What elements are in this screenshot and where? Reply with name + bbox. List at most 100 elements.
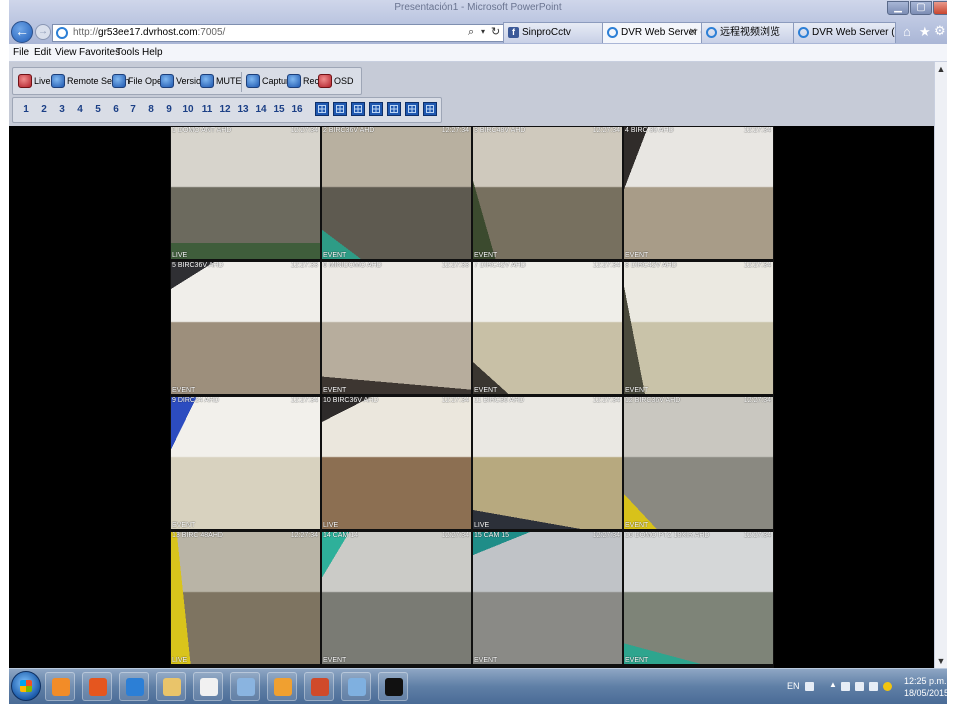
channel-13-button[interactable]: 13 <box>236 102 250 118</box>
live-button[interactable]: Live <box>18 73 51 90</box>
camera-status: LIVE <box>323 522 339 529</box>
search-icon[interactable]: ⌕ <box>468 26 474 39</box>
maximize-button[interactable]: ▢ <box>910 1 932 15</box>
layout-1plus7-icon[interactable] <box>369 102 383 116</box>
flag-icon[interactable] <box>841 682 850 691</box>
address-bar[interactable]: http://gr53ee17.dvrhost.com:7005/ ⌕ ▾ ↻ <box>52 24 504 42</box>
camera-tile[interactable]: 8 DIRC42V AHD 12:27:34 EVENT <box>624 262 773 394</box>
back-button[interactable]: ← <box>11 21 33 43</box>
refresh-icon[interactable]: ↻ <box>491 25 500 38</box>
channel-8-button[interactable]: 8 <box>144 102 158 118</box>
channel-9-button[interactable]: 9 <box>162 102 176 118</box>
layout-1plus5-icon[interactable] <box>351 102 365 116</box>
powerpoint-icon[interactable] <box>304 672 334 701</box>
paint-icon[interactable] <box>341 672 371 701</box>
address-url[interactable]: http://gr53ee17.dvrhost.com:7005/ <box>73 27 225 38</box>
channel-16-button[interactable]: 16 <box>290 102 304 118</box>
layout-1x1-icon[interactable] <box>315 102 329 116</box>
osd-button[interactable]: OSD <box>318 73 354 90</box>
home-icon[interactable]: ⌂ <box>903 24 911 39</box>
camera-feed <box>624 127 773 259</box>
firefox-icon[interactable] <box>82 672 112 701</box>
chevron-down-icon[interactable]: ▾ <box>481 27 485 36</box>
update-icon[interactable] <box>883 682 892 691</box>
camera-tile[interactable]: 10 BIRC36V AHD 12:27:34 LIVE <box>322 397 471 529</box>
camera-tile[interactable]: 3 BIRC48V AHD 12:27:34 EVENT <box>473 127 622 259</box>
document-icon[interactable] <box>193 672 223 701</box>
camera-tile[interactable]: 2 BIRC36V AHD 12:27:34 EVENT <box>322 127 471 259</box>
favorites-star-icon[interactable]: ★ <box>919 24 931 40</box>
camera-time: 12:27:34 <box>290 532 318 539</box>
channel-3-button[interactable]: 3 <box>55 102 69 118</box>
volume-icon[interactable] <box>869 682 878 691</box>
vertical-scrollbar[interactable]: ▲ ▼ <box>934 62 947 668</box>
file-explorer-icon[interactable] <box>156 672 186 701</box>
channel-2-button[interactable]: 2 <box>37 102 51 118</box>
channel-10-button[interactable]: 10 <box>181 102 195 118</box>
photo-viewer-icon[interactable] <box>230 672 260 701</box>
command-prompt-icon[interactable] <box>378 672 408 701</box>
windows-media-player-icon[interactable] <box>45 672 75 701</box>
layout-5x5-icon[interactable] <box>423 102 437 116</box>
close-button[interactable]: ✕ <box>933 1 947 15</box>
minimize-button[interactable]: ▁ <box>887 1 909 15</box>
channel-4-button[interactable]: 4 <box>73 102 87 118</box>
camera-tile[interactable]: 9 DIRC24 AHD 12:27:34 EVENT <box>171 397 320 529</box>
camera-tile[interactable]: 1 DOMO ANT AHD 12:27:34 LIVE <box>171 127 320 259</box>
channel-7-button[interactable]: 7 <box>126 102 140 118</box>
menu-edit[interactable]: Edit <box>34 47 51 58</box>
clock-time[interactable]: 12:25 p.m. <box>904 676 947 686</box>
layout-3x3-icon[interactable] <box>387 102 401 116</box>
camera-tile[interactable]: 7 DIRC42V AHD 12:27:34 EVENT <box>473 262 622 394</box>
forward-button[interactable]: → <box>35 24 51 40</box>
channel-1-button[interactable]: 1 <box>19 102 33 118</box>
scroll-up-icon[interactable]: ▲ <box>935 64 947 74</box>
camera-tile[interactable]: 4 BIRC 30 AHD 12:27:34 EVENT <box>624 127 773 259</box>
start-button[interactable] <box>11 671 41 701</box>
keyboard-icon[interactable] <box>805 682 814 691</box>
camera-tile[interactable]: 15 CAM 15 12:27:34 EVENT <box>473 532 622 664</box>
channel-6-button[interactable]: 6 <box>109 102 123 118</box>
internet-explorer-icon[interactable] <box>119 672 149 701</box>
close-icon[interactable]: ✕ <box>689 23 697 42</box>
rec-button[interactable]: Rec <box>287 73 319 90</box>
layout-4x4-icon[interactable] <box>405 102 419 116</box>
camera-tile[interactable]: 12 BIRC36V AHD 12:27:34 EVENT <box>624 397 773 529</box>
gear-icon[interactable]: ⚙ <box>934 23 946 39</box>
tab-dvr-web-server-2[interactable]: DVR Web Server (GR53E... <box>793 22 896 43</box>
scroll-down-icon[interactable]: ▼ <box>935 656 947 666</box>
channel-11-button[interactable]: 11 <box>200 102 214 118</box>
version-icon <box>160 74 174 88</box>
button-label: OSD <box>334 76 354 86</box>
channel-5-button[interactable]: 5 <box>91 102 105 118</box>
tray-expand-icon[interactable]: ▲ <box>829 680 837 689</box>
layout-2x2-icon[interactable] <box>333 102 347 116</box>
ie-icon <box>706 27 717 38</box>
camera-tile[interactable]: 5 BIRC36V AHD 12:27:33 EVENT <box>171 262 320 394</box>
menu-tools[interactable]: Tools <box>116 47 139 58</box>
button-label: MUTE <box>216 76 242 86</box>
menu-view[interactable]: View <box>55 47 77 58</box>
tab-dvr-web-server[interactable]: DVR Web Server (GR... ✕ <box>602 22 702 43</box>
file-open-button[interactable]: File Open <box>112 73 167 90</box>
clock-date[interactable]: 18/05/2015 <box>904 688 947 698</box>
camera-tile[interactable]: 6 MINIDOMO AHD 12:27:33 EVENT <box>322 262 471 394</box>
camera-tile[interactable]: 16 DOMO PTZ 18XIR AHD 12:27:34 EVENT <box>624 532 773 664</box>
tab-label: DVR Web Server (GR53E... <box>812 27 895 38</box>
tab-label: SinproCctv <box>522 27 571 38</box>
tab-remote-video[interactable]: 远程视频浏览 <box>701 22 794 43</box>
menu-file[interactable]: File <box>13 47 29 58</box>
channel-12-button[interactable]: 12 <box>218 102 232 118</box>
camera-tile[interactable]: 11 BIRC30 AHD 12:27:34 LIVE <box>473 397 622 529</box>
language-indicator[interactable]: EN <box>787 681 800 691</box>
camera-tile[interactable]: 14 CAM 14 12:27:34 EVENT <box>322 532 471 664</box>
outlook-icon[interactable] <box>267 672 297 701</box>
mute-button[interactable]: MUTE <box>200 73 242 90</box>
menu-help[interactable]: Help <box>142 47 163 58</box>
channel-14-button[interactable]: 14 <box>254 102 268 118</box>
camera-tile[interactable]: 13 BIRC 48AHD 12:27:34 LIVE <box>171 532 320 664</box>
menu-favorites[interactable]: Favorites <box>79 47 120 58</box>
tab-sinprocctv[interactable]: f SinproCctv <box>503 22 603 43</box>
channel-15-button[interactable]: 15 <box>272 102 286 118</box>
network-icon[interactable] <box>855 682 864 691</box>
